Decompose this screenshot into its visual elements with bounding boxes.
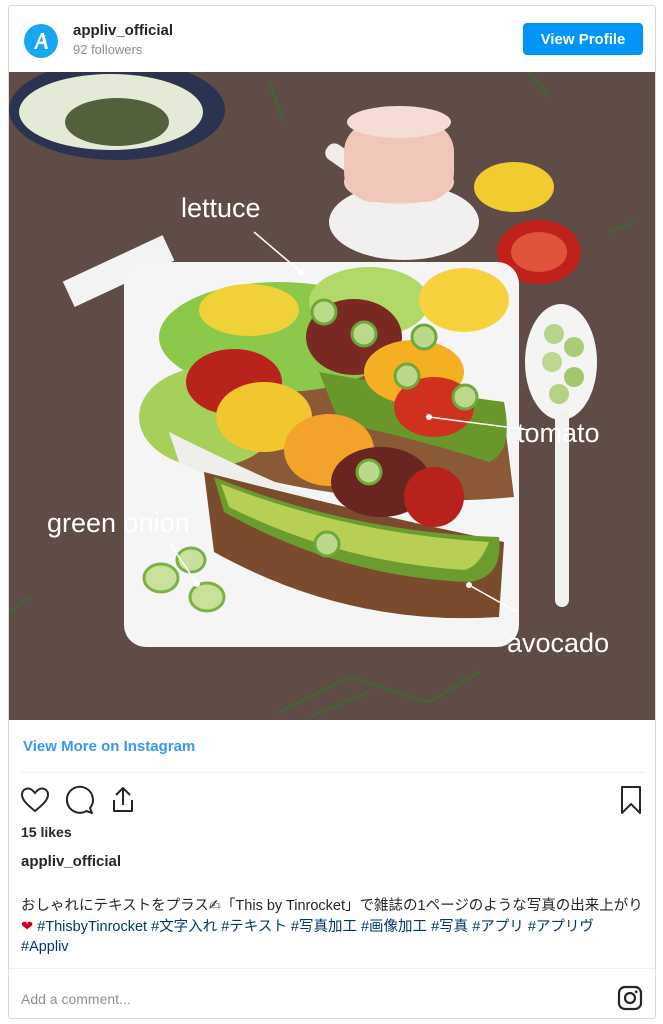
label-avocado: avocado [507,628,609,658]
bookmark-icon[interactable] [615,784,647,816]
hashtag[interactable]: #アプリヴ [528,919,594,935]
add-comment-input[interactable]: Add a comment... [21,991,131,1007]
hashtag[interactable]: #ThisbyTinrocket [37,919,147,935]
comment-bar: Add a comment... [9,968,655,1021]
instagram-embed-card: appliv_official 92 followers View Profil… [8,5,656,1019]
post-photo[interactable]: lettuce tomato green onion avocado [9,72,655,720]
username[interactable]: appliv_official [73,22,173,39]
caption: おしゃれにテキストをプラス✍「This by Tinrocket」で雑誌の1ペー… [21,896,645,958]
food-photo-illustration: lettuce tomato green onion avocado [9,72,655,720]
view-more-link[interactable]: View More on Instagram [23,738,195,755]
label-tomato: tomato [517,418,600,448]
hashtag[interactable]: #画像加工 [361,919,427,935]
hashtag[interactable]: #文字入れ [151,919,217,935]
hashtag[interactable]: #アプリ [472,919,524,935]
hashtag[interactable]: #テキスト [221,919,287,935]
share-icon[interactable] [107,784,139,816]
caption-text: おしゃれにテキストをプラス [21,898,209,914]
follower-count: 92 followers [73,42,143,57]
avatar[interactable] [24,24,58,58]
like-count[interactable]: 15 likes [21,824,72,840]
hashtag[interactable]: #写真 [431,919,468,935]
caption-quote: 「This by Tinrocket」で雑誌の1ページのような写真の出来上がり [220,898,643,914]
comment-icon[interactable] [63,784,95,816]
appliv-logo-icon [34,33,48,49]
label-lettuce: lettuce [181,193,261,223]
divider [21,772,645,773]
view-profile-button[interactable]: View Profile [523,23,643,55]
caption-author[interactable]: appliv_official [21,853,121,870]
instagram-icon[interactable] [617,985,643,1011]
heart-icon[interactable] [19,784,51,816]
label-green-onion: green onion [47,508,190,538]
post-header: appliv_official 92 followers View Profil… [9,6,655,72]
heart-emoji: ❤ [21,918,34,935]
hashtag[interactable]: #Appliv [21,939,69,955]
writing-hand-emoji: ✍ [208,898,221,914]
hashtag[interactable]: #写真加工 [291,919,357,935]
